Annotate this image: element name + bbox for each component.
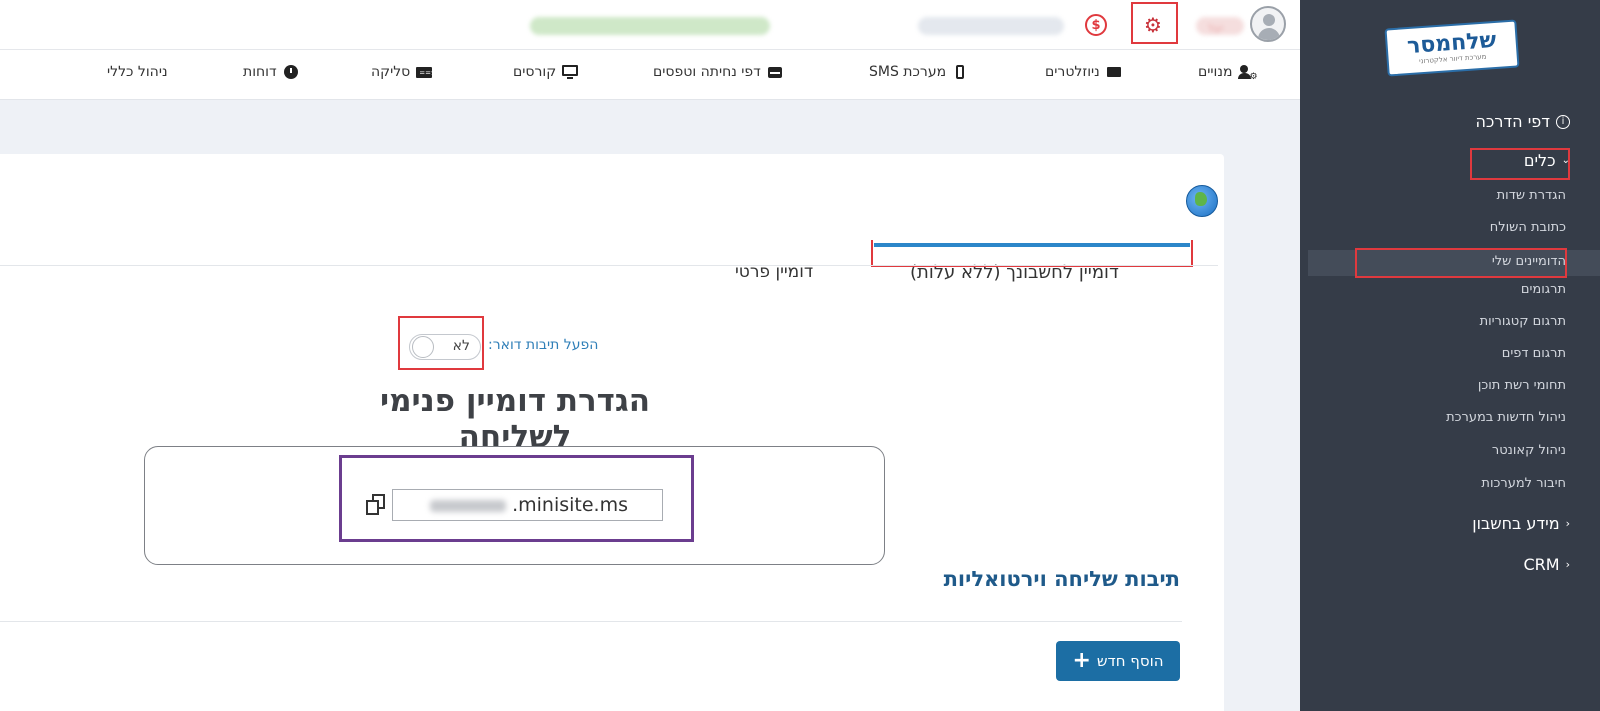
copy-icon[interactable] — [366, 494, 386, 516]
sidebar-subitem-sender-address[interactable]: כתובת השולח — [1490, 220, 1566, 235]
upgrade-link[interactable] — [918, 17, 1064, 35]
sidebar: שלחמסר מערכת דיוור אלקטרוני i דפי הדרכה … — [1300, 0, 1600, 711]
domain-prefix-redacted — [430, 500, 506, 512]
tabs-divider — [0, 265, 1218, 266]
nav-courses[interactable]: קורסים — [513, 64, 579, 80]
sidebar-subitem-counter-admin[interactable]: ניהול קאונטר — [1492, 443, 1566, 458]
add-new-button[interactable]: הוסף חדש + — [1056, 641, 1180, 681]
nav-sms[interactable]: מערכת SMS — [869, 64, 968, 80]
avatar[interactable] — [1250, 6, 1286, 42]
nav-billing[interactable]: $== סליקה — [371, 64, 435, 80]
info-circle-icon: i — [1556, 114, 1570, 129]
clock-icon — [283, 65, 299, 79]
my-domains-highlight — [1355, 248, 1567, 278]
mobile-icon — [952, 65, 968, 79]
sidebar-subitem-news-admin[interactable]: ניהול חדשות במערכת — [1446, 410, 1566, 425]
logo[interactable]: שלחמסר מערכת דיוור אלקטרוני — [1384, 19, 1520, 77]
sidebar-subitem-translations[interactable]: תרגומים — [1521, 282, 1566, 297]
mailbox-toggle-label: הפעל תיבות דואר: — [488, 337, 599, 353]
tools-highlight — [1470, 148, 1570, 180]
billing-icon[interactable]: $ — [1085, 14, 1107, 36]
envelope-icon — [1106, 65, 1122, 79]
nav-general-admin[interactable]: ניהול כללי — [107, 64, 168, 80]
monitor-icon — [562, 65, 579, 79]
page-title: הגדרת דומיין פנימי לשליחה — [379, 383, 651, 455]
money-bill-icon: $== — [416, 65, 435, 79]
sidebar-item-crm[interactable]: ‹ CRM — [1524, 555, 1571, 574]
nav-newsletters[interactable]: ניוזלטרים — [1045, 64, 1122, 80]
plus-icon: + — [1072, 648, 1091, 673]
form-icon — [767, 65, 783, 79]
section-divider — [0, 621, 1182, 622]
virtual-mailboxes-title: תיבות שליחה וירטואליות — [943, 567, 1180, 591]
settings-highlight — [1131, 2, 1178, 44]
chevron-left-icon: ‹ — [1565, 517, 1570, 530]
sidebar-subitem-content-network[interactable]: תחומי רשת תוכן — [1478, 378, 1566, 393]
sidebar-subitem-page-translation[interactable]: תרגום דפים — [1502, 346, 1566, 361]
sidebar-subitem-integrations[interactable]: חיבור למערכות — [1481, 476, 1566, 491]
sidebar-item-guide-pages[interactable]: i דפי הדרכה — [1475, 112, 1570, 131]
sidebar-item-account-info[interactable]: ‹ מידע בחשבון — [1472, 514, 1570, 533]
account-notice — [530, 17, 770, 35]
toggle-highlight — [398, 316, 484, 370]
sidebar-subitem-category-translation[interactable]: תרגום קטגוריות — [1480, 314, 1566, 329]
sidebar-subitem-fields[interactable]: הגדרת שדות — [1497, 188, 1566, 203]
user-name[interactable]: יעל — [1196, 17, 1244, 35]
nav-subscribers[interactable]: ⚙ מנויים — [1198, 64, 1258, 82]
users-gear-icon: ⚙ — [1238, 65, 1258, 82]
nav-landing-pages[interactable]: דפי נחיתה וטפסים — [653, 64, 783, 80]
top-bar: $ ⚙ יעל — [0, 0, 1300, 50]
account-domain-tab-highlight — [871, 240, 1193, 267]
nav-reports[interactable]: דוחות — [243, 64, 299, 80]
globe-icon — [1186, 185, 1218, 217]
chevron-left-icon: ‹ — [1565, 558, 1570, 571]
